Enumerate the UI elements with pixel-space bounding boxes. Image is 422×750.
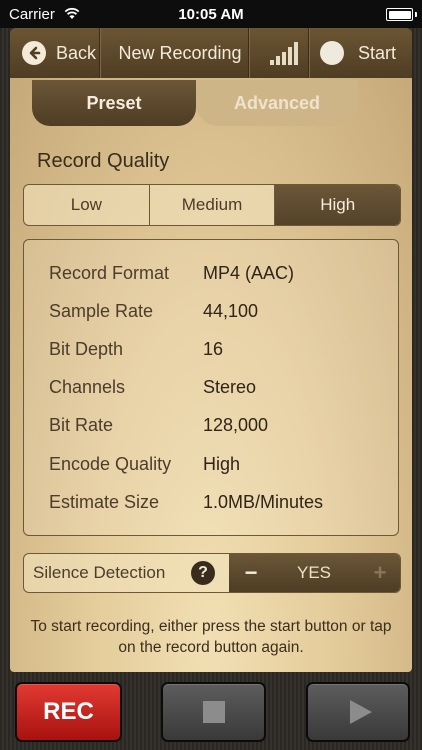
start-label: Start xyxy=(358,42,397,63)
clock: 10:05 AM xyxy=(178,6,244,23)
toolbar-divider xyxy=(99,28,100,78)
detail-label: Sample Rate xyxy=(49,301,154,321)
back-arrow-icon xyxy=(22,41,46,65)
record-quality-title: Record Quality xyxy=(37,150,170,172)
record-quality-segmented-control: Low Medium High xyxy=(23,184,401,226)
signal-bars-icon xyxy=(270,41,298,65)
battery-icon xyxy=(386,8,417,21)
top-toolbar: Back New Recording Start xyxy=(10,28,412,78)
instruction-text: To start recording, either press the sta… xyxy=(30,618,392,656)
detail-value: 16 xyxy=(203,339,224,359)
detail-value: 1.0MB/Minutes xyxy=(203,492,324,512)
quality-option-medium[interactable]: Medium xyxy=(150,185,276,225)
detail-value: 44,100 xyxy=(203,301,259,321)
detail-value: MP4 (AAC) xyxy=(203,263,295,283)
toolbar-divider xyxy=(308,28,309,78)
silence-detection-label: Silence Detection xyxy=(33,563,166,582)
stop-icon xyxy=(202,701,225,723)
detail-label: Bit Rate xyxy=(49,415,114,435)
format-details-box: Record Format MP4 (AAC) Sample Rate 44,1… xyxy=(23,239,399,536)
help-icon[interactable]: ? xyxy=(191,561,215,585)
detail-label: Record Format xyxy=(49,263,170,283)
play-icon xyxy=(350,700,372,724)
decrement-button[interactable]: − xyxy=(237,554,265,592)
toolbar-divider xyxy=(248,28,249,78)
increment-button[interactable]: + xyxy=(366,554,394,592)
detail-label: Estimate Size xyxy=(49,492,160,512)
detail-value: High xyxy=(203,454,241,474)
play-button[interactable] xyxy=(306,682,410,742)
back-label: Back xyxy=(56,42,97,63)
detail-value: Stereo xyxy=(203,377,257,397)
tab-advanced[interactable]: Advanced xyxy=(196,80,358,126)
detail-label: Bit Depth xyxy=(49,339,124,359)
silence-detection-value: YES xyxy=(296,563,332,582)
status-bar: Carrier 10:05 AM xyxy=(0,0,422,28)
tab-preset[interactable]: Preset xyxy=(32,80,196,126)
stop-button[interactable] xyxy=(161,682,266,742)
quality-option-low[interactable]: Low xyxy=(24,185,150,225)
back-button[interactable]: Back xyxy=(22,28,96,78)
quality-option-high[interactable]: High xyxy=(275,185,400,225)
record-dot-icon xyxy=(320,41,344,65)
silence-detection-stepper: − YES + xyxy=(229,554,400,592)
silence-detection-row: Silence Detection ? − YES + xyxy=(23,553,401,593)
start-button[interactable]: Start xyxy=(316,28,396,78)
signal-level-button[interactable] xyxy=(260,28,308,78)
detail-label: Channels xyxy=(49,377,126,397)
page-title: New Recording xyxy=(118,42,242,63)
record-button[interactable]: REC xyxy=(15,682,122,742)
detail-label: Encode Quality xyxy=(49,454,172,474)
detail-value: 128,000 xyxy=(203,415,269,435)
